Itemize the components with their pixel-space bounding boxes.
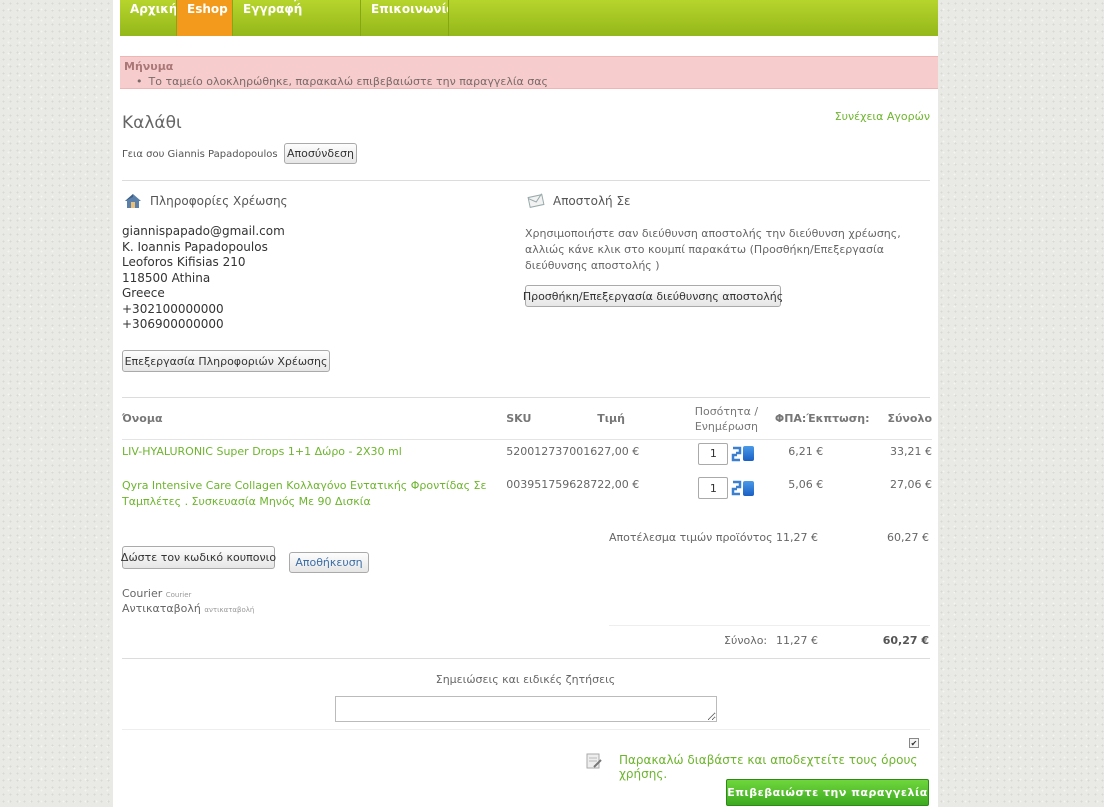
nav-login-register[interactable]: Είσοδος/Εγγραφή	[233, 0, 361, 36]
terms-link[interactable]: Παρακαλώ διαβάστε και αποδεχτείτε τους ό…	[619, 753, 938, 781]
cart-table: Όνομα SKU Τιμή Ποσότητα / Ενημέρωση ΦΠΑ:…	[122, 399, 932, 522]
shipping-method-sub: Courier	[165, 591, 192, 599]
page-container: Αρχική Eshop Είσοδος/Εγγραφή Επικοινωνία…	[113, 0, 938, 807]
logout-button[interactable]: Αποσύνδεση	[284, 143, 357, 164]
product-total: 33,21 €	[890, 444, 932, 458]
col-price: Τιμή	[597, 412, 625, 426]
billing-phone: +302100000000	[122, 301, 224, 316]
product-sku: 0039517596287	[506, 478, 598, 491]
shipping-heading-label: Αποστολή Σε	[553, 194, 631, 208]
message-text: Το ταμείο ολοκληρώθηκε, παρακαλώ επιβεβα…	[136, 75, 549, 88]
divider	[122, 658, 930, 659]
billing-mobile: +306900000000	[122, 317, 224, 331]
edit-shipping-button[interactable]: Προσθήκη/Επεξεργασία διεύθυνσης αποστολή…	[523, 285, 783, 307]
nav-eshop[interactable]: Eshop	[177, 0, 233, 36]
billing-city: 118500 Athina	[122, 270, 211, 285]
top-navigation: Αρχική Eshop Είσοδος/Εγγραφή Επικοινωνία	[120, 0, 938, 36]
divider	[609, 625, 930, 626]
greeting-text: Γεια σου Giannis Papadopoulos	[122, 149, 278, 160]
subtotal-label: Αποτέλεσμα τιμών προϊόντος	[609, 531, 773, 544]
product-link[interactable]: Qyra Intensive Care Collagen Κολλαγόνο Ε…	[122, 479, 486, 508]
page-title: Καλάθι	[122, 113, 182, 133]
message-title: Μήνυμα	[124, 60, 174, 73]
notes-label: Σημειώσεις και ειδικές ζητήσεις	[435, 673, 616, 686]
billing-country: Greece	[122, 286, 165, 300]
divider	[122, 397, 930, 398]
refresh-icon[interactable]	[731, 479, 742, 497]
divider	[122, 180, 930, 181]
coupon-button[interactable]: Δώστε τον κωδικό κουπονιο	[121, 546, 276, 569]
house-icon	[124, 193, 142, 209]
col-total: Σύνολο	[887, 412, 932, 426]
shipping-heading: Αποστολή Σε	[527, 193, 631, 209]
nav-login-label: Είσοδος/Εγγραφή	[243, 0, 303, 16]
quantity-input[interactable]: 1	[698, 477, 729, 499]
table-row: Qyra Intensive Care Collagen Κολλαγόνο Ε…	[122, 476, 932, 522]
col-name: Όνομα	[122, 412, 163, 426]
billing-address: giannispapado@gmail.com K. Ioannis Papad…	[122, 224, 285, 333]
billing-street: Leoforos Kifisias 210	[122, 255, 246, 269]
confirm-order-button[interactable]: Επιβεβαιώστε την παραγγελία	[726, 779, 929, 806]
nav-contact[interactable]: Επικοινωνία	[361, 0, 449, 36]
billing-heading-label: Πληροφορίες Χρέωσης	[150, 194, 288, 208]
product-vat: 6,21 €	[788, 444, 824, 458]
document-icon	[585, 752, 603, 770]
nav-eshop-label: Eshop	[187, 2, 228, 16]
table-header-row: Όνομα SKU Τιμή Ποσότητα / Ενημέρωση ΦΠΑ:…	[122, 399, 932, 439]
refresh-icon[interactable]	[731, 445, 742, 463]
nav-home-label: Αρχική	[130, 2, 177, 16]
message-box: Μήνυμα Το ταμείο ολοκληρώθηκε, παρακαλώ …	[120, 56, 938, 89]
notes-textarea[interactable]	[335, 696, 717, 722]
subtotal-vat: 11,27 €	[776, 531, 818, 544]
edit-billing-button[interactable]: Επεξεργασία Πληροφοριών Χρέωσης	[122, 350, 330, 372]
product-price: 27,00 €	[597, 444, 640, 458]
payment-method: Αντικαταβολή αντικαταβολή	[122, 602, 254, 615]
nav-home[interactable]: Αρχική	[120, 0, 177, 36]
continue-shopping-link[interactable]: Συνέχεια Αγορών	[835, 110, 930, 123]
shipping-method-name: Courier	[122, 587, 163, 600]
product-vat: 5,06 €	[788, 478, 824, 491]
terms-checkbox[interactable]: ✔	[909, 738, 919, 748]
col-sku: SKU	[506, 412, 532, 426]
subtotal-total: 60,27 €	[887, 531, 929, 544]
col-qty: Ποσότητα / Ενημέρωση	[694, 404, 759, 433]
shipping-method: Courier Courier	[122, 587, 191, 600]
delete-icon[interactable]	[743, 446, 755, 461]
product-sku: 5200127370016	[506, 444, 598, 458]
total-vat: 11,27 €	[776, 634, 818, 647]
divider	[122, 729, 930, 730]
product-link[interactable]: LIV-HYALURONIC Super Drops 1+1 Δώρο - 2X…	[122, 445, 402, 458]
billing-email: giannispapado@gmail.com	[122, 224, 285, 238]
product-total: 27,06 €	[890, 478, 932, 491]
table-row: LIV-HYALURONIC Super Drops 1+1 Δώρο - 2X…	[122, 439, 932, 476]
payment-method-name: Αντικαταβολή	[122, 602, 201, 615]
col-vat: ΦΠΑ:Έκπτωση:	[774, 412, 870, 426]
billing-name: K. Ioannis Papadopoulos	[122, 239, 268, 254]
delete-icon[interactable]	[743, 480, 755, 496]
coupon-save-button[interactable]: Αποθήκευση	[289, 552, 369, 573]
nav-contact-label: Επικοινωνία	[371, 2, 449, 16]
envelope-icon	[527, 193, 545, 209]
product-price: 22,00 €	[597, 478, 640, 491]
billing-heading: Πληροφορίες Χρέωσης	[124, 193, 288, 209]
quantity-input[interactable]: 1	[698, 442, 729, 465]
shipping-instructions: Χρησιμοποιήστε σαν διεύθυνση αποστολής τ…	[525, 227, 901, 272]
payment-method-sub: αντικαταβολή	[204, 606, 255, 614]
total-amount: 60,27 €	[882, 634, 929, 647]
total-label: Σύνολο:	[724, 634, 768, 647]
